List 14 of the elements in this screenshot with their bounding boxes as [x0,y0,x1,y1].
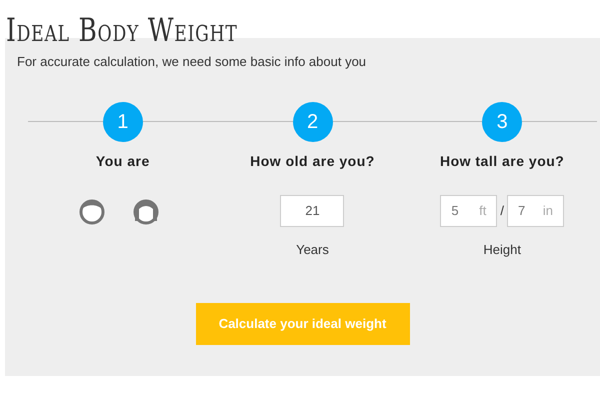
field-caption: Years [296,240,329,258]
step-number: 1 [102,102,143,142]
step-number: 2 [292,102,332,142]
age-field[interactable]: 21 [280,194,344,226]
step-label: You are [96,152,150,170]
step-number: 3 [482,102,522,142]
step-label: How old are you? [250,152,375,171]
feet-field[interactable]: 5 ft [440,194,498,226]
page-title: Ideal Body Weight [6,12,238,48]
inches-field[interactable]: 7 in [506,194,564,226]
field-caption: Height [483,240,521,259]
separator: / [500,202,504,220]
intro-text: For accurate calculation, we need some basic info about you [16,53,368,71]
step-label: How tall are you? [440,152,564,171]
